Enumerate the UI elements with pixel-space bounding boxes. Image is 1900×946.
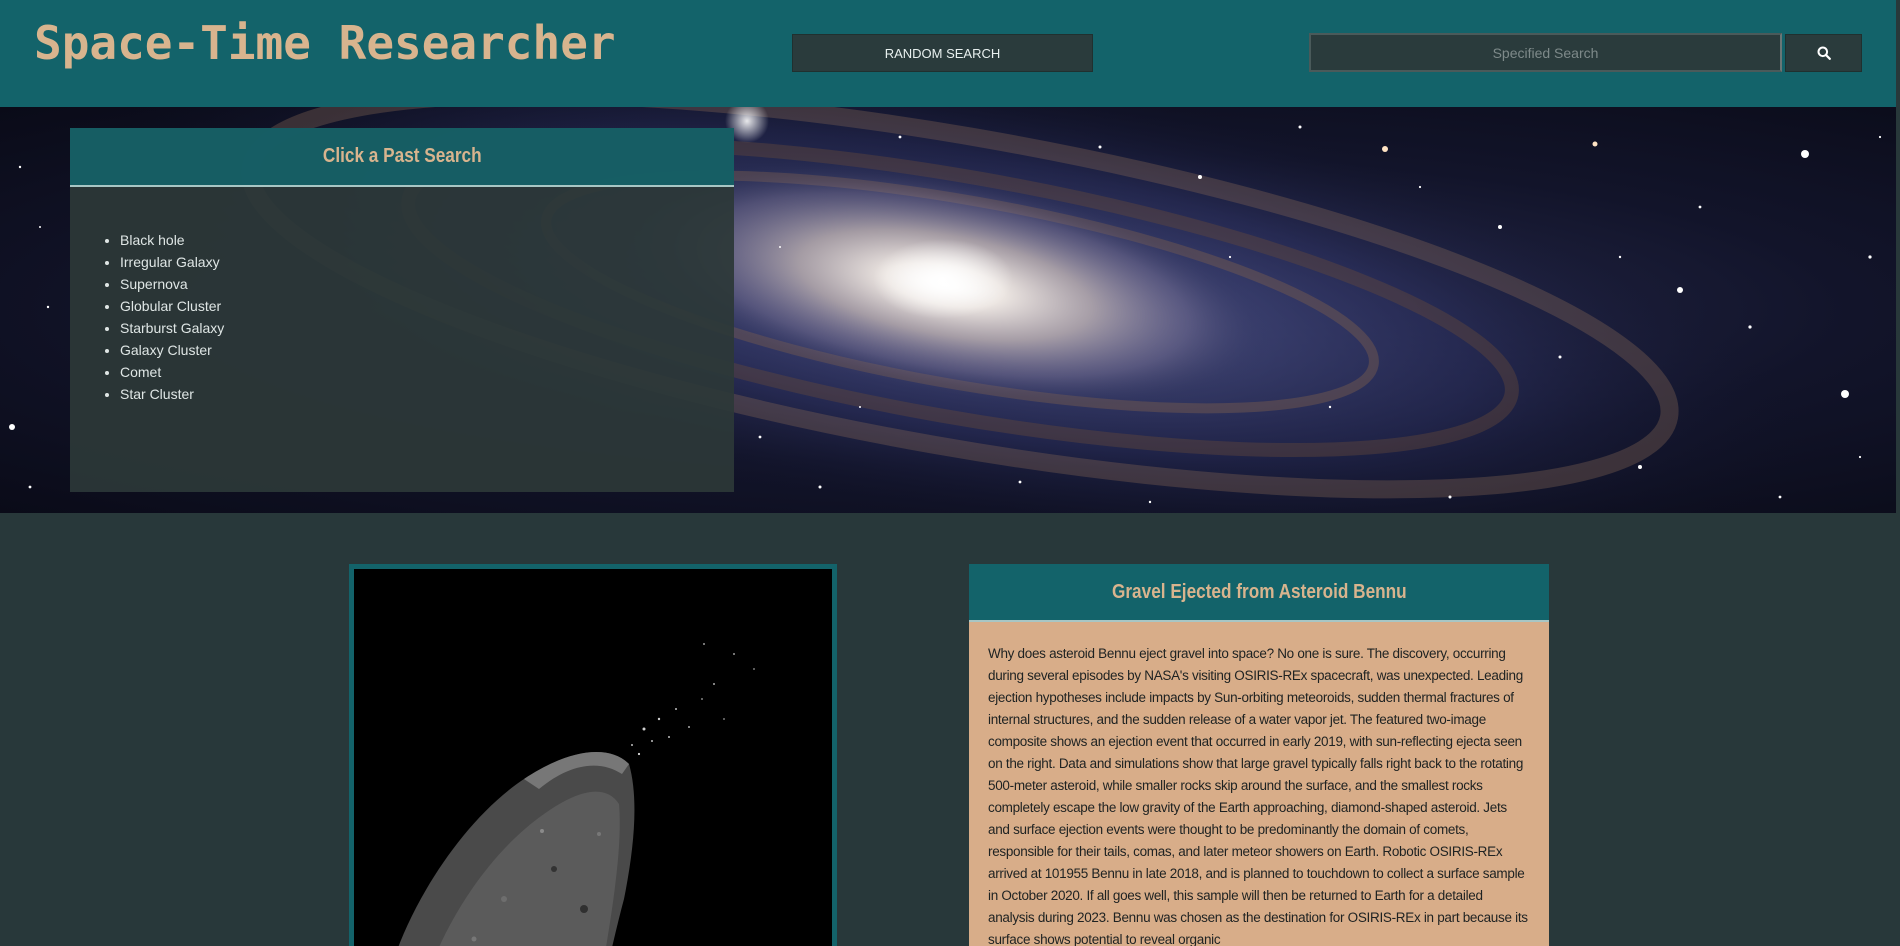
article-card: Gravel Ejected from Asteroid Bennu Why d… [969,564,1549,946]
article-body: Why does asteroid Bennu eject gravel int… [969,622,1549,946]
random-search-button[interactable]: RANDOM SEARCH [792,34,1093,72]
past-search-item[interactable]: Black hole [120,229,734,251]
past-searches-panel: Click a Past Search Black hole Irregular… [70,128,734,492]
article-title: Gravel Ejected from Asteroid Bennu [1111,580,1407,603]
past-search-item[interactable]: Galaxy Cluster [120,339,734,361]
article-header: Gravel Ejected from Asteroid Bennu [969,564,1549,622]
search-button[interactable] [1785,34,1862,72]
past-search-item[interactable]: Starburst Galaxy [120,317,734,339]
search-input[interactable] [1309,33,1782,72]
past-search-item[interactable]: Irregular Galaxy [120,251,734,273]
past-searches-header: Click a Past Search [70,128,734,187]
site-title: Space-Time Researcher [34,16,616,70]
hero-banner: Click a Past Search Black hole Irregular… [0,107,1896,513]
search-icon [1817,46,1831,60]
site-header: Space-Time Researcher RANDOM SEARCH [0,0,1896,107]
past-search-item[interactable]: Globular Cluster [120,295,734,317]
past-search-item[interactable]: Comet [120,361,734,383]
past-searches-list: Black hole Irregular Galaxy Supernova Gl… [120,229,734,405]
past-search-item[interactable]: Star Cluster [120,383,734,405]
past-search-item[interactable]: Supernova [120,273,734,295]
asteroid-image [354,569,832,946]
asteroid-image-frame [349,564,837,946]
past-searches-title: Click a Past Search [322,145,482,167]
